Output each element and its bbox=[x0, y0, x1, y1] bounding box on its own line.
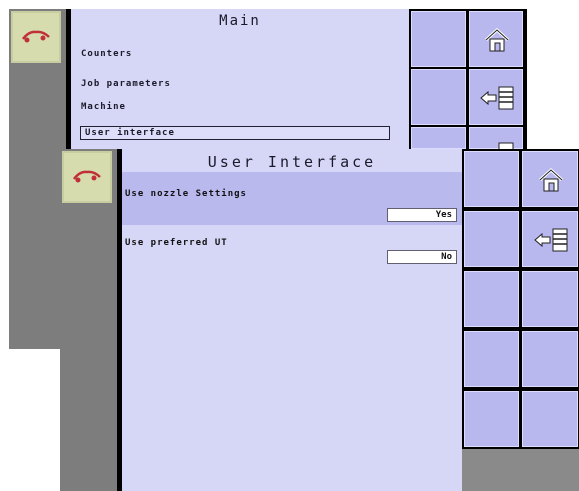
soft-key-8[interactable] bbox=[522, 271, 578, 327]
menu-item-user-interface[interactable]: User interface bbox=[80, 126, 390, 140]
user-interface-screen: User Interface Use nozzle Settings Yes U… bbox=[60, 149, 579, 491]
soft-key-2[interactable] bbox=[411, 69, 466, 125]
list-back-icon bbox=[534, 228, 568, 252]
home-icon bbox=[538, 167, 564, 192]
soft-key-1[interactable] bbox=[464, 151, 519, 207]
home-button[interactable] bbox=[469, 11, 523, 67]
setting-value-nozzle[interactable]: Yes bbox=[387, 208, 457, 222]
soft-key-2[interactable] bbox=[464, 211, 519, 267]
back-list-button[interactable] bbox=[522, 211, 578, 267]
setting-label: Use nozzle Settings bbox=[125, 189, 247, 199]
menu-item-counters[interactable]: Counters bbox=[81, 49, 132, 59]
left-column bbox=[9, 9, 66, 349]
list-back-icon bbox=[480, 86, 514, 110]
machine-home-tile[interactable] bbox=[62, 151, 112, 203]
setting-value-preferred-ut[interactable]: No bbox=[387, 250, 457, 264]
soft-key-5[interactable] bbox=[464, 391, 519, 447]
list-button[interactable] bbox=[469, 127, 523, 150]
user-interface-panel: User Interface Use nozzle Settings Yes U… bbox=[122, 149, 462, 491]
menu-item-machine[interactable]: Machine bbox=[81, 102, 126, 112]
setting-label: Use preferred UT bbox=[125, 238, 228, 248]
soft-key-3[interactable] bbox=[464, 271, 519, 327]
page-title: User Interface bbox=[207, 153, 377, 171]
soft-key-3[interactable] bbox=[411, 127, 466, 149]
soft-key-4[interactable] bbox=[464, 331, 519, 387]
left-column bbox=[60, 149, 117, 491]
setting-row-nozzle[interactable]: Use nozzle Settings Yes bbox=[122, 172, 462, 225]
boom-sprayer-icon bbox=[73, 170, 101, 183]
back-list-button[interactable] bbox=[469, 69, 523, 125]
home-icon bbox=[484, 27, 510, 52]
boom-sprayer-icon bbox=[22, 30, 50, 43]
soft-key-9[interactable] bbox=[522, 331, 578, 387]
page-title: Main bbox=[219, 13, 261, 29]
home-button[interactable] bbox=[522, 151, 578, 207]
menu-item-job-parameters[interactable]: Job parameters bbox=[81, 79, 171, 89]
machine-home-tile[interactable] bbox=[11, 11, 61, 63]
soft-key-1[interactable] bbox=[411, 11, 466, 67]
soft-key-10[interactable] bbox=[522, 391, 578, 447]
button-column-footer bbox=[462, 449, 579, 491]
